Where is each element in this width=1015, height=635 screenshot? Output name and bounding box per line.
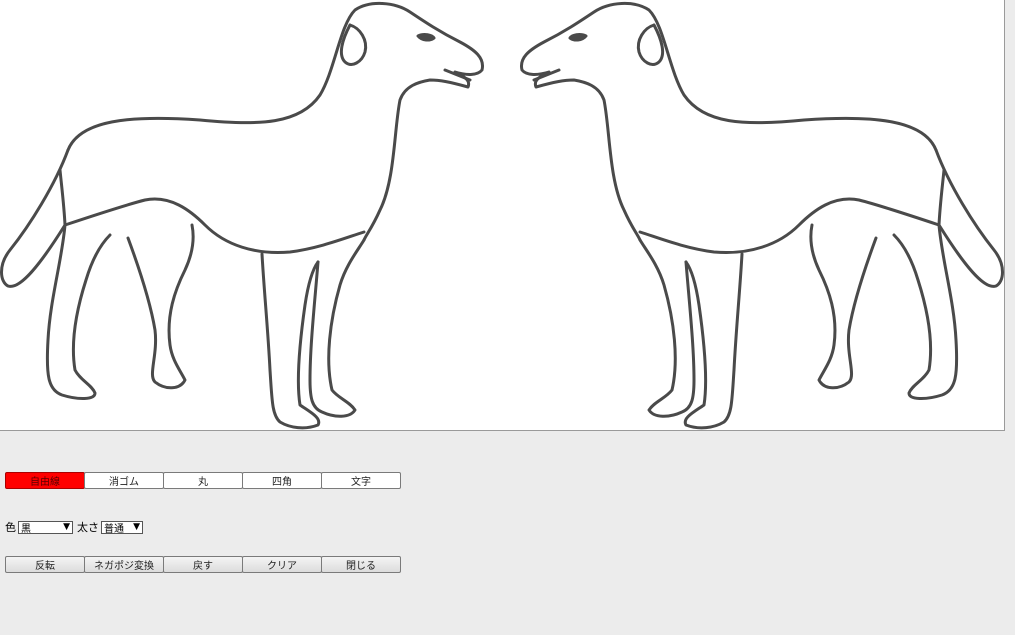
size-select[interactable]: 普通 ▼ <box>101 520 143 535</box>
canvas-drawing <box>0 1 1004 430</box>
dog-drawing-left <box>0 2 485 430</box>
dropdown-arrow-icon: ▼ <box>133 522 140 532</box>
flip-button[interactable]: 反転 <box>5 556 85 573</box>
negative-positive-button[interactable]: ネガポジ変換 <box>84 556 164 573</box>
tool-circle-button[interactable]: 丸 <box>163 472 243 489</box>
close-button[interactable]: 閉じる <box>321 556 401 573</box>
tool-bar: 自由線 消ゴム 丸 四角 文字 <box>5 472 401 489</box>
size-select-value: 普通 <box>104 523 124 535</box>
tool-text-button[interactable]: 文字 <box>321 472 401 489</box>
color-label: 色 <box>5 521 16 534</box>
undo-button[interactable]: 戻す <box>163 556 243 573</box>
tool-freehand-button[interactable]: 自由線 <box>5 472 85 489</box>
options-bar: 色 黒 ▼ 太さ 普通 ▼ <box>5 520 147 535</box>
tool-eraser-button[interactable]: 消ゴム <box>84 472 164 489</box>
dropdown-arrow-icon: ▼ <box>63 522 70 532</box>
color-select[interactable]: 黒 ▼ <box>18 520 73 535</box>
tool-rectangle-button[interactable]: 四角 <box>242 472 322 489</box>
action-bar: 反転 ネガポジ変換 戻す クリア 閉じる <box>5 556 401 573</box>
drawing-canvas[interactable] <box>0 0 1005 431</box>
size-label: 太さ <box>77 521 99 534</box>
color-select-value: 黒 <box>21 523 31 535</box>
dog-drawing-right <box>519 1 1004 430</box>
clear-button[interactable]: クリア <box>242 556 322 573</box>
